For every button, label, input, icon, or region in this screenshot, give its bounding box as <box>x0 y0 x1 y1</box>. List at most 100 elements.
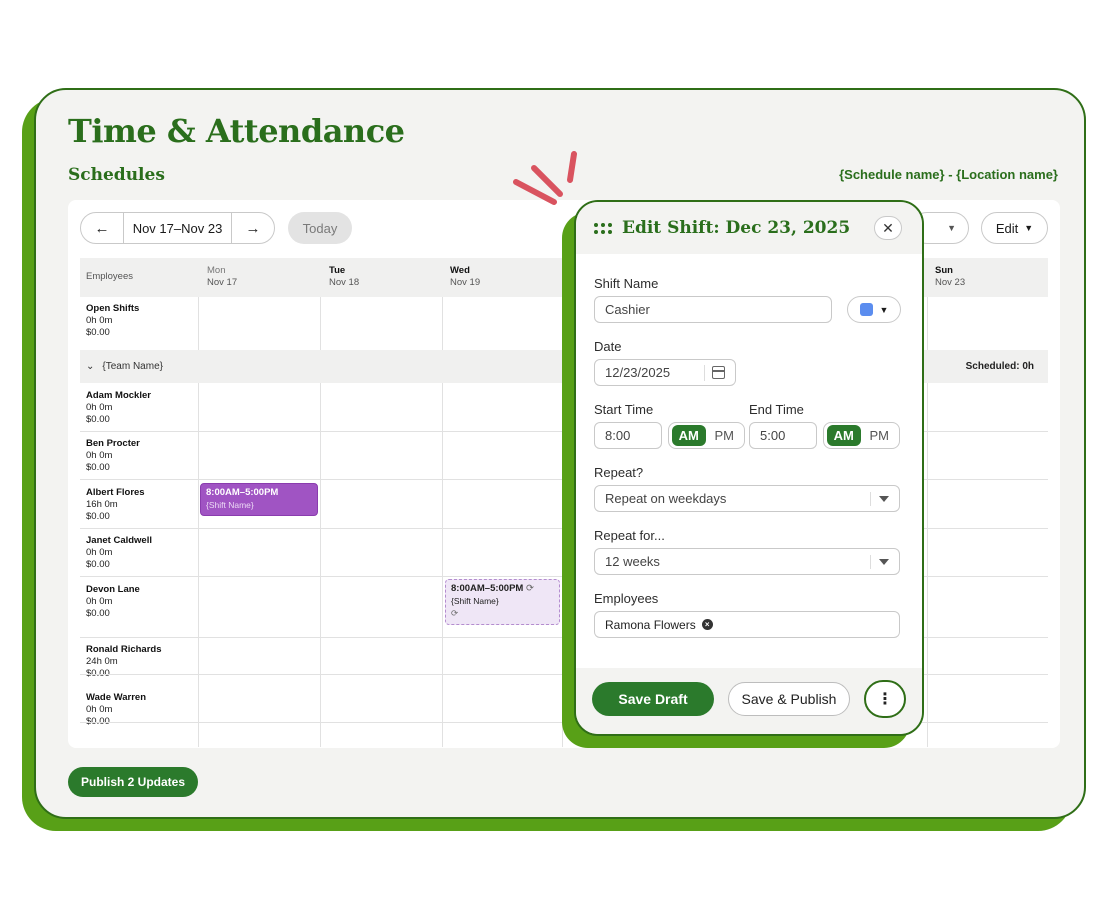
employee-hours: 0h 0m <box>86 596 113 607</box>
team-name: ⌄ {Team Name} <box>86 361 163 372</box>
shift-time: 8:00AM–5:00PM <box>206 487 279 498</box>
end-time-input[interactable]: 5:00 <box>749 422 817 449</box>
edit-button-label: Edit <box>995 220 1019 236</box>
employee-name: Janet Caldwell <box>86 535 152 546</box>
chevron-down-icon: ⌄ <box>86 361 95 372</box>
shift-name: {Shift Name} <box>451 596 499 606</box>
repeat-icon: ⟳ <box>451 608 459 618</box>
open-shifts-hours: 0h 0m <box>86 315 113 326</box>
open-shifts-label: Open Shifts <box>86 303 140 314</box>
save-draft-button[interactable]: Save Draft <box>592 682 714 716</box>
calendar-icon[interactable] <box>712 366 725 379</box>
start-time-label: Start Time <box>594 402 654 417</box>
team-name-label: {Team Name} <box>102 361 163 372</box>
publish-updates-button[interactable]: Publish 2 Updates <box>68 767 198 797</box>
open-shifts-row: Open Shifts 0h 0m $0.00 <box>86 303 139 339</box>
repeat-for-value: 12 weeks <box>605 554 660 569</box>
employee-chip: Ramona Flowers × <box>605 618 713 632</box>
start-pm-option[interactable]: PM <box>708 428 742 443</box>
date-range-label[interactable]: Nov 17–Nov 23 <box>123 213 232 243</box>
start-am-option[interactable]: AM <box>672 425 706 446</box>
chevron-down-icon <box>879 496 889 502</box>
employee-name: Ronald Richards <box>86 644 162 655</box>
shift-name: {Shift Name} <box>206 500 254 510</box>
employee-cost: $0.00 <box>86 462 110 473</box>
section-title: Schedules <box>68 165 165 185</box>
date-label: Date <box>594 339 622 354</box>
shift-name-input[interactable]: Cashier <box>594 296 832 323</box>
edit-button[interactable]: Edit ▼ <box>981 212 1048 244</box>
day-date: Nov 23 <box>935 277 966 288</box>
shift-block[interactable]: 8:00AM–5:00PM {Shift Name} <box>200 483 318 516</box>
day-date: Nov 19 <box>450 277 481 288</box>
day-name: Tue <box>329 265 346 276</box>
day-header-mon[interactable]: Mon Nov 17 <box>207 265 237 289</box>
drag-handle-icon[interactable] <box>594 223 614 235</box>
shift-time: 8:00AM–5:00PM ⟳ <box>451 583 534 594</box>
employee-row: Ben Procter 0h 0m $0.00 <box>86 438 140 474</box>
employee-row: Janet Caldwell 0h 0m $0.00 <box>86 535 152 571</box>
draft-shift-block[interactable]: 8:00AM–5:00PM ⟳ {Shift Name} ⟳ <box>445 579 560 625</box>
schedule-location-name: {Schedule name} - {Location name} <box>839 167 1058 182</box>
more-icon: ⋮ <box>877 691 893 708</box>
end-ampm-toggle: AM PM <box>823 422 900 449</box>
date-input[interactable]: 12/23/2025 <box>594 359 736 386</box>
start-ampm-toggle: AM PM <box>668 422 745 449</box>
employee-hours: 0h 0m <box>86 402 113 413</box>
modal-header: Edit Shift: Dec 23, 2025 ✕ <box>576 202 922 254</box>
repeat-icon: ⟳ <box>525 583 534 594</box>
repeat-for-select[interactable]: 12 weeks <box>594 548 900 575</box>
employee-hours: 0h 0m <box>86 547 113 558</box>
app-title: Time & Attendance <box>68 112 405 150</box>
chevron-down-icon: ▼ <box>947 223 956 233</box>
employee-name: Adam Mockler <box>86 390 151 401</box>
repeat-select[interactable]: Repeat on weekdays <box>594 485 900 512</box>
divider <box>870 492 871 506</box>
employees-label: Employees <box>594 591 659 606</box>
close-button[interactable]: ✕ <box>874 216 902 240</box>
day-header-sun[interactable]: Sun Nov 23 <box>935 265 965 289</box>
modal-footer: Save Draft Save & Publish ⋮ <box>576 668 922 734</box>
edit-shift-dialog: Edit Shift: Dec 23, 2025 ✕ Shift Name Ca… <box>574 200 924 736</box>
employee-name: Wade Warren <box>86 692 147 703</box>
today-button[interactable]: Today <box>288 212 352 244</box>
employee-name: Albert Flores <box>86 487 145 498</box>
end-am-option[interactable]: AM <box>827 425 861 446</box>
open-shifts-cost: $0.00 <box>86 327 110 338</box>
day-name: Wed <box>450 265 470 276</box>
color-swatch <box>859 303 873 316</box>
day-header-wed[interactable]: Wed Nov 19 <box>450 265 480 289</box>
color-picker[interactable]: ▼ <box>847 296 901 323</box>
next-week-button[interactable]: → <box>232 213 274 243</box>
remove-chip-icon[interactable]: × <box>701 619 713 630</box>
repeat-label: Repeat? <box>594 465 644 480</box>
end-pm-option[interactable]: PM <box>863 428 897 443</box>
divider <box>704 365 705 381</box>
day-name: Sun <box>935 265 953 276</box>
employee-hours: 0h 0m <box>86 450 113 461</box>
end-time-label: End Time <box>749 402 804 417</box>
employee-name: Ben Procter <box>86 438 140 449</box>
employees-input[interactable]: Ramona Flowers × <box>594 611 900 638</box>
day-date: Nov 18 <box>329 277 360 288</box>
employee-hours: 0h 0m <box>86 704 113 715</box>
prev-week-button[interactable]: ← <box>81 213 123 243</box>
employee-name: Devon Lane <box>86 584 140 595</box>
date-value: 12/23/2025 <box>605 365 671 380</box>
employee-cost: $0.00 <box>86 414 110 425</box>
day-header-tue[interactable]: Tue Nov 18 <box>329 265 359 289</box>
employee-cost: $0.00 <box>86 559 110 570</box>
employee-hours: 24h 0m <box>86 656 118 667</box>
employees-column-header: Employees <box>86 271 133 282</box>
save-publish-button[interactable]: Save & Publish <box>728 682 850 716</box>
start-time-input[interactable]: 8:00 <box>594 422 662 449</box>
chevron-down-icon <box>879 559 889 565</box>
date-range-nav: ← Nov 17–Nov 23 → <box>80 212 275 244</box>
more-options-button[interactable]: ⋮ <box>864 680 906 718</box>
team-scheduled-hours: Scheduled: 0h <box>965 361 1034 372</box>
repeat-for-label: Repeat for... <box>594 528 665 543</box>
chevron-down-icon: ▼ <box>879 304 889 315</box>
divider <box>870 555 871 569</box>
employee-chip-label: Ramona Flowers <box>605 617 696 632</box>
day-name: Mon <box>207 265 226 276</box>
